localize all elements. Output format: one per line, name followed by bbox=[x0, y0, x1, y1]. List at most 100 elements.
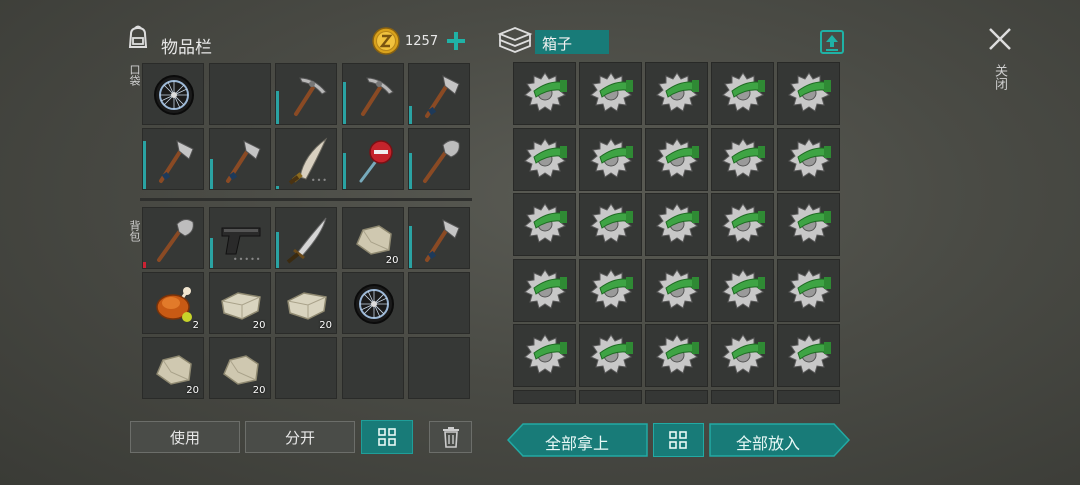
inventory-slot[interactable]: 20 bbox=[275, 272, 337, 334]
box-slot[interactable] bbox=[711, 258, 774, 322]
durability-bar bbox=[143, 141, 146, 189]
backpack-label: 背包 bbox=[128, 220, 141, 242]
box-title: 箱子 bbox=[535, 30, 609, 54]
inventory-slot[interactable] bbox=[208, 128, 271, 190]
add-coins-button[interactable] bbox=[445, 30, 467, 52]
box-slot[interactable] bbox=[513, 258, 576, 322]
inventory-slot[interactable]: 20 bbox=[208, 272, 271, 334]
box-slot[interactable] bbox=[579, 127, 642, 191]
sort-inventory-button[interactable] bbox=[361, 420, 413, 454]
box-slot[interactable] bbox=[579, 324, 642, 387]
upload-icon bbox=[820, 30, 844, 54]
box-slot[interactable] bbox=[513, 193, 576, 256]
box-slot[interactable] bbox=[645, 62, 708, 125]
inventory-slot[interactable]: ••••• bbox=[208, 207, 271, 269]
inventory-slot[interactable] bbox=[275, 337, 337, 399]
roast-chicken-icon bbox=[156, 287, 192, 322]
upload-button[interactable] bbox=[819, 29, 845, 55]
box-slot[interactable] bbox=[711, 62, 774, 125]
inventory-slot[interactable] bbox=[341, 272, 404, 334]
wheel-icon bbox=[353, 284, 394, 324]
box-slot[interactable] bbox=[777, 389, 840, 404]
pocket-label: 口袋 bbox=[128, 64, 141, 86]
box-slot[interactable] bbox=[579, 62, 642, 125]
box-slot[interactable] bbox=[579, 258, 642, 322]
box-slot[interactable] bbox=[513, 127, 576, 191]
box-slot[interactable] bbox=[645, 258, 708, 322]
box-slot[interactable] bbox=[579, 389, 642, 404]
item-count: 20 bbox=[385, 255, 399, 266]
put-all-button[interactable]: 全部放入 bbox=[709, 423, 850, 457]
saw-blade-icon bbox=[656, 268, 699, 309]
take-all-button[interactable]: 全部拿上 bbox=[507, 423, 648, 457]
use-button[interactable]: 使用 bbox=[130, 421, 240, 453]
durability-bar bbox=[143, 262, 146, 268]
saw-blade-icon bbox=[524, 268, 567, 309]
inventory-slot[interactable] bbox=[142, 128, 204, 190]
item-count: 20 bbox=[252, 320, 266, 331]
saw-blade-icon bbox=[524, 203, 567, 243]
box-slot[interactable] bbox=[711, 193, 774, 256]
box-slot[interactable] bbox=[513, 389, 576, 404]
saw-blade-icon bbox=[656, 137, 699, 178]
inventory-slot[interactable]: ••• bbox=[275, 128, 337, 190]
box-slot[interactable] bbox=[711, 127, 774, 191]
inventory-slot[interactable] bbox=[142, 207, 204, 269]
inventory-slot[interactable] bbox=[341, 128, 404, 190]
shovel-icon bbox=[157, 218, 194, 262]
inventory-slot[interactable]: 20 bbox=[142, 337, 204, 399]
trash-icon bbox=[443, 427, 459, 448]
durability-bar bbox=[276, 232, 279, 268]
saw-blade-icon bbox=[590, 203, 633, 243]
inventory-slot[interactable] bbox=[408, 272, 470, 334]
box-slot[interactable] bbox=[777, 193, 840, 256]
split-button[interactable]: 分开 bbox=[245, 421, 355, 453]
close-button[interactable] bbox=[985, 24, 1015, 54]
inventory-slot[interactable] bbox=[208, 63, 271, 125]
inventory-slot[interactable] bbox=[275, 207, 337, 269]
hatchet-icon bbox=[225, 140, 261, 183]
inventory-slot[interactable] bbox=[341, 63, 404, 125]
durability-bar bbox=[276, 186, 279, 189]
inventory-slot[interactable] bbox=[341, 337, 404, 399]
saw-blade-icon bbox=[524, 334, 567, 374]
inventory-slot[interactable] bbox=[408, 63, 470, 125]
box-slot[interactable] bbox=[513, 324, 576, 387]
item-pips: ••••• bbox=[232, 255, 262, 264]
grid-icon bbox=[669, 431, 687, 449]
inventory-slot[interactable]: 20 bbox=[341, 207, 404, 269]
box-slot[interactable] bbox=[777, 258, 840, 322]
box-slot[interactable] bbox=[711, 324, 774, 387]
box-slot[interactable] bbox=[645, 389, 708, 404]
durability-bar bbox=[409, 226, 412, 268]
durability-bar bbox=[342, 82, 346, 124]
sort-box-button[interactable] bbox=[653, 423, 704, 457]
durability-bar bbox=[409, 153, 412, 189]
box-slot[interactable] bbox=[513, 62, 576, 125]
inventory-slot[interactable]: 2 bbox=[142, 272, 204, 334]
box-slot[interactable] bbox=[777, 62, 840, 125]
box-slot[interactable] bbox=[645, 193, 708, 256]
box-stack-icon bbox=[497, 25, 533, 55]
box-slot[interactable] bbox=[777, 324, 840, 387]
box-slot[interactable] bbox=[579, 193, 642, 256]
box-slot[interactable] bbox=[645, 324, 708, 387]
backpack-icon bbox=[125, 24, 151, 50]
inventory-slot[interactable] bbox=[408, 207, 470, 269]
box-slot[interactable] bbox=[777, 127, 840, 191]
saw-blade-icon bbox=[656, 203, 699, 243]
inventory-slot[interactable] bbox=[275, 63, 337, 125]
box-slot[interactable] bbox=[645, 127, 708, 191]
trash-button[interactable] bbox=[429, 421, 472, 453]
saw-blade-icon bbox=[590, 137, 633, 178]
saw-blade-icon bbox=[590, 334, 633, 374]
inventory-slot[interactable] bbox=[142, 63, 204, 125]
box-slot[interactable] bbox=[711, 389, 774, 404]
inventory-slot[interactable]: 20 bbox=[208, 337, 271, 399]
stop-sign-icon bbox=[359, 140, 393, 183]
inventory-slot[interactable] bbox=[408, 128, 470, 190]
close-label[interactable]: 关闭 bbox=[990, 64, 1009, 90]
saw-blade-icon bbox=[656, 334, 699, 374]
item-count: 2 bbox=[192, 320, 199, 331]
inventory-slot[interactable] bbox=[408, 337, 470, 399]
